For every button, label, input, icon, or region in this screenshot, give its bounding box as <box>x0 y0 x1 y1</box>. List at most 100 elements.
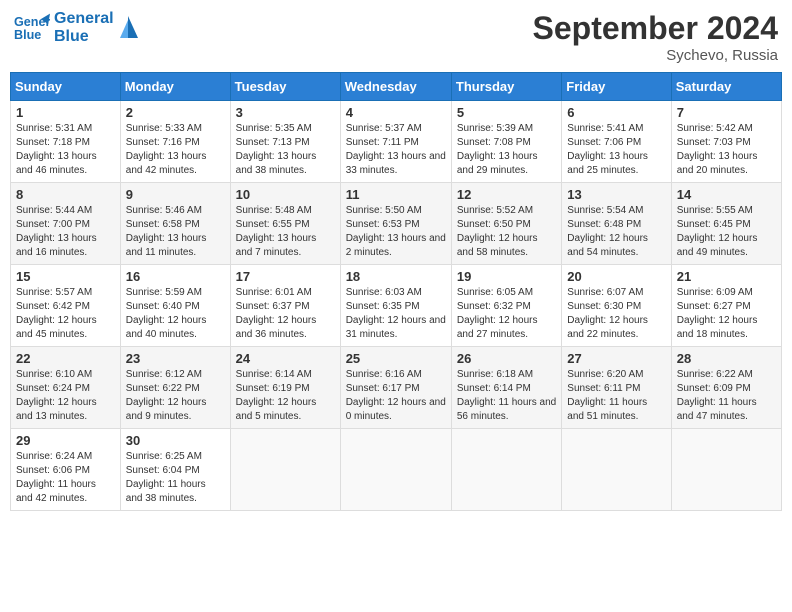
day-number: 4 <box>346 105 446 120</box>
calendar-cell: 19 Sunrise: 6:05 AMSunset: 6:32 PMDaylig… <box>451 265 561 347</box>
cell-details: Sunrise: 5:41 AMSunset: 7:06 PMDaylight:… <box>567 122 665 178</box>
calendar-cell: 5 Sunrise: 5:39 AMSunset: 7:08 PMDayligh… <box>451 101 561 183</box>
day-number: 30 <box>126 433 225 448</box>
day-number: 18 <box>346 269 446 284</box>
calendar-header-row: SundayMondayTuesdayWednesdayThursdayFrid… <box>11 73 782 101</box>
cell-details: Sunrise: 6:22 AMSunset: 6:09 PMDaylight:… <box>677 368 776 424</box>
day-number: 1 <box>16 105 115 120</box>
calendar-cell: 29 Sunrise: 6:24 AMSunset: 6:06 PMDaylig… <box>11 429 121 511</box>
cell-details: Sunrise: 6:24 AMSunset: 6:06 PMDaylight:… <box>16 450 115 506</box>
cell-details: Sunrise: 5:55 AMSunset: 6:45 PMDaylight:… <box>677 204 776 260</box>
day-number: 25 <box>346 351 446 366</box>
calendar-cell: 20 Sunrise: 6:07 AMSunset: 6:30 PMDaylig… <box>562 265 671 347</box>
day-number: 22 <box>16 351 115 366</box>
month-title: September 2024 <box>533 10 778 47</box>
day-number: 17 <box>236 269 335 284</box>
day-number: 3 <box>236 105 335 120</box>
calendar-cell <box>562 429 671 511</box>
calendar-cell: 25 Sunrise: 6:16 AMSunset: 6:17 PMDaylig… <box>340 347 451 429</box>
calendar-cell: 18 Sunrise: 6:03 AMSunset: 6:35 PMDaylig… <box>340 265 451 347</box>
location: Sychevo, Russia <box>533 47 778 64</box>
calendar-cell <box>230 429 340 511</box>
calendar-cell: 6 Sunrise: 5:41 AMSunset: 7:06 PMDayligh… <box>562 101 671 183</box>
calendar-cell: 24 Sunrise: 6:14 AMSunset: 6:19 PMDaylig… <box>230 347 340 429</box>
cell-details: Sunrise: 5:52 AMSunset: 6:50 PMDaylight:… <box>457 204 556 260</box>
logo-icon: General Blue <box>14 10 50 46</box>
page-header: General Blue General Blue September 2024… <box>10 10 782 64</box>
cell-details: Sunrise: 6:16 AMSunset: 6:17 PMDaylight:… <box>346 368 446 424</box>
calendar-cell: 30 Sunrise: 6:25 AMSunset: 6:04 PMDaylig… <box>120 429 230 511</box>
calendar-week-4: 22 Sunrise: 6:10 AMSunset: 6:24 PMDaylig… <box>11 347 782 429</box>
day-number: 15 <box>16 269 115 284</box>
day-number: 19 <box>457 269 556 284</box>
calendar-cell: 26 Sunrise: 6:18 AMSunset: 6:14 PMDaylig… <box>451 347 561 429</box>
calendar-cell: 14 Sunrise: 5:55 AMSunset: 6:45 PMDaylig… <box>671 183 781 265</box>
calendar-cell <box>451 429 561 511</box>
day-number: 6 <box>567 105 665 120</box>
cell-details: Sunrise: 5:50 AMSunset: 6:53 PMDaylight:… <box>346 204 446 260</box>
day-number: 8 <box>16 187 115 202</box>
day-number: 29 <box>16 433 115 448</box>
calendar-cell: 23 Sunrise: 6:12 AMSunset: 6:22 PMDaylig… <box>120 347 230 429</box>
day-header-tuesday: Tuesday <box>230 73 340 101</box>
calendar-cell: 17 Sunrise: 6:01 AMSunset: 6:37 PMDaylig… <box>230 265 340 347</box>
day-number: 16 <box>126 269 225 284</box>
day-header-friday: Friday <box>562 73 671 101</box>
cell-details: Sunrise: 5:54 AMSunset: 6:48 PMDaylight:… <box>567 204 665 260</box>
calendar-cell: 4 Sunrise: 5:37 AMSunset: 7:11 PMDayligh… <box>340 101 451 183</box>
day-number: 20 <box>567 269 665 284</box>
calendar-cell: 8 Sunrise: 5:44 AMSunset: 7:00 PMDayligh… <box>11 183 121 265</box>
cell-details: Sunrise: 5:39 AMSunset: 7:08 PMDaylight:… <box>457 122 556 178</box>
cell-details: Sunrise: 6:05 AMSunset: 6:32 PMDaylight:… <box>457 286 556 342</box>
calendar-cell: 10 Sunrise: 5:48 AMSunset: 6:55 PMDaylig… <box>230 183 340 265</box>
calendar-week-5: 29 Sunrise: 6:24 AMSunset: 6:06 PMDaylig… <box>11 429 782 511</box>
day-header-wednesday: Wednesday <box>340 73 451 101</box>
day-header-thursday: Thursday <box>451 73 561 101</box>
calendar-cell: 7 Sunrise: 5:42 AMSunset: 7:03 PMDayligh… <box>671 101 781 183</box>
day-number: 7 <box>677 105 776 120</box>
calendar-week-3: 15 Sunrise: 5:57 AMSunset: 6:42 PMDaylig… <box>11 265 782 347</box>
day-number: 9 <box>126 187 225 202</box>
cell-details: Sunrise: 5:31 AMSunset: 7:18 PMDaylight:… <box>16 122 115 178</box>
cell-details: Sunrise: 5:48 AMSunset: 6:55 PMDaylight:… <box>236 204 335 260</box>
cell-details: Sunrise: 5:57 AMSunset: 6:42 PMDaylight:… <box>16 286 115 342</box>
cell-details: Sunrise: 6:25 AMSunset: 6:04 PMDaylight:… <box>126 450 225 506</box>
cell-details: Sunrise: 5:46 AMSunset: 6:58 PMDaylight:… <box>126 204 225 260</box>
day-header-monday: Monday <box>120 73 230 101</box>
calendar-cell: 28 Sunrise: 6:22 AMSunset: 6:09 PMDaylig… <box>671 347 781 429</box>
calendar-cell: 15 Sunrise: 5:57 AMSunset: 6:42 PMDaylig… <box>11 265 121 347</box>
day-number: 28 <box>677 351 776 366</box>
day-number: 24 <box>236 351 335 366</box>
calendar-cell <box>340 429 451 511</box>
cell-details: Sunrise: 5:42 AMSunset: 7:03 PMDaylight:… <box>677 122 776 178</box>
calendar-cell: 9 Sunrise: 5:46 AMSunset: 6:58 PMDayligh… <box>120 183 230 265</box>
calendar-cell: 2 Sunrise: 5:33 AMSunset: 7:16 PMDayligh… <box>120 101 230 183</box>
day-number: 12 <box>457 187 556 202</box>
cell-details: Sunrise: 6:09 AMSunset: 6:27 PMDaylight:… <box>677 286 776 342</box>
calendar-cell: 27 Sunrise: 6:20 AMSunset: 6:11 PMDaylig… <box>562 347 671 429</box>
day-number: 27 <box>567 351 665 366</box>
cell-details: Sunrise: 5:44 AMSunset: 7:00 PMDaylight:… <box>16 204 115 260</box>
cell-details: Sunrise: 6:10 AMSunset: 6:24 PMDaylight:… <box>16 368 115 424</box>
cell-details: Sunrise: 5:59 AMSunset: 6:40 PMDaylight:… <box>126 286 225 342</box>
cell-details: Sunrise: 6:07 AMSunset: 6:30 PMDaylight:… <box>567 286 665 342</box>
svg-text:Blue: Blue <box>14 28 41 42</box>
cell-details: Sunrise: 5:35 AMSunset: 7:13 PMDaylight:… <box>236 122 335 178</box>
calendar-cell: 21 Sunrise: 6:09 AMSunset: 6:27 PMDaylig… <box>671 265 781 347</box>
cell-details: Sunrise: 5:33 AMSunset: 7:16 PMDaylight:… <box>126 122 225 178</box>
cell-details: Sunrise: 6:14 AMSunset: 6:19 PMDaylight:… <box>236 368 335 424</box>
calendar-cell: 16 Sunrise: 5:59 AMSunset: 6:40 PMDaylig… <box>120 265 230 347</box>
calendar-cell: 11 Sunrise: 5:50 AMSunset: 6:53 PMDaylig… <box>340 183 451 265</box>
day-number: 14 <box>677 187 776 202</box>
cell-details: Sunrise: 5:37 AMSunset: 7:11 PMDaylight:… <box>346 122 446 178</box>
day-number: 13 <box>567 187 665 202</box>
day-header-sunday: Sunday <box>11 73 121 101</box>
calendar-cell: 13 Sunrise: 5:54 AMSunset: 6:48 PMDaylig… <box>562 183 671 265</box>
calendar-cell: 12 Sunrise: 5:52 AMSunset: 6:50 PMDaylig… <box>451 183 561 265</box>
calendar-cell: 3 Sunrise: 5:35 AMSunset: 7:13 PMDayligh… <box>230 101 340 183</box>
cell-details: Sunrise: 6:03 AMSunset: 6:35 PMDaylight:… <box>346 286 446 342</box>
day-number: 26 <box>457 351 556 366</box>
calendar-week-1: 1 Sunrise: 5:31 AMSunset: 7:18 PMDayligh… <box>11 101 782 183</box>
calendar-cell: 1 Sunrise: 5:31 AMSunset: 7:18 PMDayligh… <box>11 101 121 183</box>
calendar-table: SundayMondayTuesdayWednesdayThursdayFrid… <box>10 72 782 511</box>
